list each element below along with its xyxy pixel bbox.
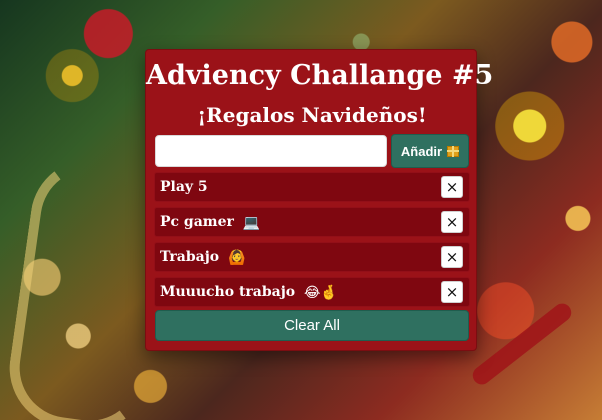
gift-item-pc-gamer: Pc gamer 💻 × bbox=[154, 207, 470, 237]
gift-input[interactable] bbox=[155, 135, 387, 167]
gift-name: Trabajo bbox=[160, 249, 220, 265]
gift-item-play-5: Play 5 × bbox=[154, 172, 470, 202]
gift-name: Pc gamer bbox=[160, 214, 234, 230]
page-background: { "app": { "title": "Adviency Challange … bbox=[0, 0, 602, 420]
clear-all-button[interactable]: Clear All bbox=[155, 310, 469, 341]
gift-name: Play 5 bbox=[160, 179, 208, 195]
gift-item-muuucho-trabajo: Muuucho trabajo 😂🤞 × bbox=[154, 277, 470, 307]
gift-item-label: Muuucho trabajo 😂🤞 bbox=[160, 283, 338, 302]
delete-gift-button[interactable]: × bbox=[441, 176, 463, 198]
delete-gift-button[interactable]: × bbox=[441, 211, 463, 233]
gift-item-trabajo: Trabajo 🙆 × bbox=[154, 242, 470, 272]
gift-name: Muuucho trabajo bbox=[160, 284, 296, 300]
add-button-label: Añadir bbox=[400, 143, 443, 159]
person-gesturing-icon: 🙆 bbox=[228, 250, 246, 266]
delete-gift-button[interactable]: × bbox=[441, 281, 463, 303]
gift-icon bbox=[447, 145, 460, 157]
gift-list-card: Adviency Challange #5 ¡Regalos Navideños… bbox=[145, 49, 494, 351]
add-gift-button[interactable]: Añadir bbox=[391, 134, 469, 168]
gift-item-label: Trabajo 🙆 bbox=[160, 248, 245, 267]
laughing-and-crossed-fingers-icons: 😂🤞 bbox=[304, 285, 338, 301]
gift-item-label: Play 5 bbox=[160, 178, 208, 196]
gift-item-label: Pc gamer 💻 bbox=[160, 213, 260, 232]
delete-gift-button[interactable]: × bbox=[441, 246, 463, 268]
app-subtitle: ¡Regalos Navideños! bbox=[197, 103, 427, 127]
decorative-ribbon bbox=[469, 299, 575, 389]
laptop-icon: 💻 bbox=[242, 215, 261, 231]
app-title: Adviency Challange #5 bbox=[146, 60, 494, 91]
